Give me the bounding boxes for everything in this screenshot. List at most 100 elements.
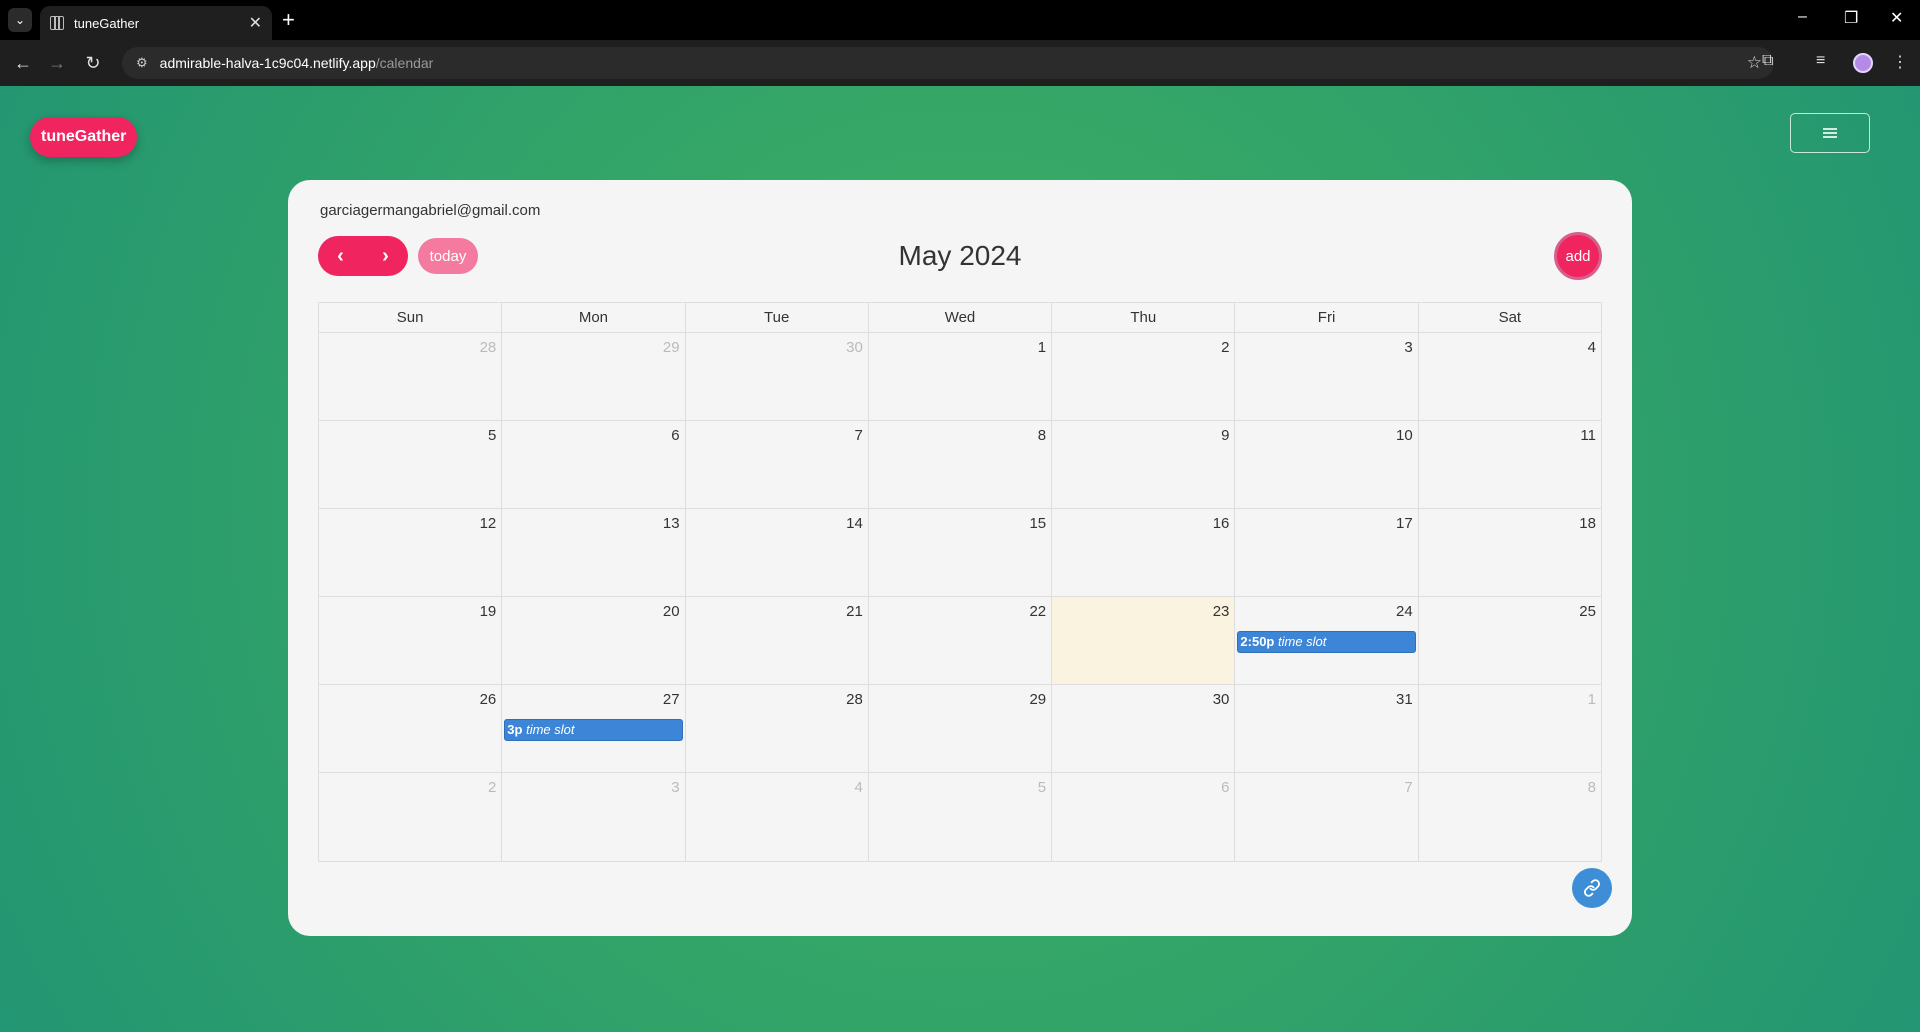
day-number[interactable]: 3 [1404, 339, 1412, 356]
day-number[interactable]: 17 [1396, 515, 1413, 532]
day-number[interactable]: 2 [1221, 339, 1229, 356]
day-cell[interactable]: 8 [1419, 773, 1601, 861]
extensions-icon[interactable]: ⧉ [1762, 52, 1773, 70]
day-number[interactable]: 11 [1580, 427, 1596, 444]
day-number[interactable]: 10 [1396, 427, 1413, 444]
day-cell[interactable]: 20 [502, 597, 686, 684]
share-link-button[interactable] [1572, 868, 1612, 908]
day-cell[interactable]: 22 [869, 597, 1053, 684]
restore-icon[interactable]: ❐ [1844, 8, 1858, 28]
day-number[interactable]: 3 [671, 779, 679, 796]
day-cell[interactable]: 28 [319, 333, 503, 420]
calendar-event[interactable]: 3p time slot [504, 719, 683, 741]
day-number[interactable]: 1 [1588, 691, 1596, 708]
day-cell[interactable]: 8 [869, 421, 1053, 508]
day-number[interactable]: 28 [480, 339, 497, 356]
day-number[interactable]: 18 [1579, 515, 1596, 532]
day-cell[interactable]: 30 [686, 333, 869, 420]
browser-menu-icon[interactable]: ⋮ [1892, 52, 1908, 72]
day-number[interactable]: 31 [1396, 691, 1413, 708]
day-number[interactable]: 23 [1213, 603, 1230, 620]
day-number[interactable]: 6 [1221, 779, 1229, 796]
day-cell[interactable]: 13 [502, 509, 686, 596]
forward-icon[interactable]: → [44, 50, 70, 76]
day-cell[interactable]: 2 [1052, 333, 1236, 420]
day-number[interactable]: 22 [1029, 603, 1046, 620]
day-cell-today[interactable]: 23 [1052, 597, 1236, 684]
new-tab-icon[interactable]: + [282, 8, 295, 32]
day-cell[interactable]: 26 [319, 685, 503, 772]
brand-logo-button[interactable]: tuneGather [30, 117, 138, 157]
day-number[interactable]: 19 [480, 603, 497, 620]
close-window-icon[interactable]: ✕ [1890, 8, 1903, 28]
site-info-icon[interactable]: ⚙ [136, 55, 148, 71]
day-number[interactable]: 20 [663, 603, 680, 620]
day-number[interactable]: 4 [1588, 339, 1596, 356]
day-cell[interactable]: 1 [1419, 685, 1601, 772]
day-cell[interactable]: 31 [1235, 685, 1419, 772]
day-cell[interactable]: 29 [502, 333, 686, 420]
day-cell[interactable]: 19 [319, 597, 503, 684]
day-number[interactable]: 4 [855, 779, 863, 796]
day-cell[interactable]: 3 [1235, 333, 1419, 420]
day-number[interactable]: 13 [663, 515, 680, 532]
address-bar[interactable]: ⚙ admirable-halva-1c9c04.netlify.app /ca… [122, 47, 1774, 79]
day-number[interactable]: 9 [1221, 427, 1229, 444]
day-number[interactable]: 7 [855, 427, 863, 444]
day-cell[interactable]: 28 [686, 685, 869, 772]
day-number[interactable]: 7 [1404, 779, 1412, 796]
day-cell[interactable]: 5 [869, 773, 1053, 861]
day-cell[interactable]: 11 [1419, 421, 1601, 508]
day-cell[interactable]: 4 [686, 773, 869, 861]
day-number[interactable]: 29 [1029, 691, 1046, 708]
bookmark-star-icon[interactable]: ☆ [1747, 53, 1762, 73]
reload-icon[interactable]: ↻ [80, 50, 106, 76]
day-number[interactable]: 1 [1038, 339, 1046, 356]
day-number[interactable]: 27 [663, 691, 680, 708]
day-number[interactable]: 8 [1588, 779, 1596, 796]
tab-search-icon[interactable]: ⌄ [8, 8, 32, 32]
day-number[interactable]: 21 [846, 603, 863, 620]
day-number[interactable]: 14 [846, 515, 863, 532]
day-cell[interactable]: 6 [1052, 773, 1236, 861]
day-number[interactable]: 30 [1213, 691, 1230, 708]
day-number[interactable]: 8 [1038, 427, 1046, 444]
day-number[interactable]: 16 [1213, 515, 1230, 532]
day-cell[interactable]: 10 [1235, 421, 1419, 508]
day-cell[interactable]: 14 [686, 509, 869, 596]
browser-tab[interactable]: tuneGather ✕ [40, 6, 272, 40]
day-cell[interactable]: 16 [1052, 509, 1236, 596]
day-number[interactable]: 5 [1038, 779, 1046, 796]
day-cell[interactable]: 3 [502, 773, 686, 861]
day-cell[interactable]: 7 [1235, 773, 1419, 861]
day-cell[interactable]: 29 [869, 685, 1053, 772]
calendar-event[interactable]: 2:50p time slot [1237, 631, 1416, 653]
day-number[interactable]: 2 [488, 779, 496, 796]
day-cell[interactable]: 25 [1419, 597, 1601, 684]
day-cell[interactable]: 18 [1419, 509, 1601, 596]
day-cell[interactable]: 5 [319, 421, 503, 508]
day-number[interactable]: 15 [1029, 515, 1046, 532]
day-cell[interactable]: 15 [869, 509, 1053, 596]
day-cell[interactable]: 24 2:50p time slot [1235, 597, 1419, 684]
day-cell[interactable]: 27 3p time slot [502, 685, 686, 772]
day-cell[interactable]: 7 [686, 421, 869, 508]
day-cell[interactable]: 6 [502, 421, 686, 508]
day-number[interactable]: 5 [488, 427, 496, 444]
day-cell[interactable]: 21 [686, 597, 869, 684]
day-cell[interactable]: 17 [1235, 509, 1419, 596]
close-tab-icon[interactable]: ✕ [249, 13, 262, 33]
hamburger-menu-button[interactable] [1790, 113, 1870, 153]
day-cell[interactable]: 12 [319, 509, 503, 596]
day-number[interactable]: 25 [1579, 603, 1596, 620]
day-number[interactable]: 6 [671, 427, 679, 444]
day-cell[interactable]: 4 [1419, 333, 1601, 420]
day-number[interactable]: 29 [663, 339, 680, 356]
day-number[interactable]: 24 [1396, 603, 1413, 620]
day-cell[interactable]: 1 [869, 333, 1053, 420]
day-number[interactable]: 30 [846, 339, 863, 356]
day-cell[interactable]: 9 [1052, 421, 1236, 508]
day-number[interactable]: 28 [846, 691, 863, 708]
day-cell[interactable]: 30 [1052, 685, 1236, 772]
day-number[interactable]: 12 [480, 515, 497, 532]
